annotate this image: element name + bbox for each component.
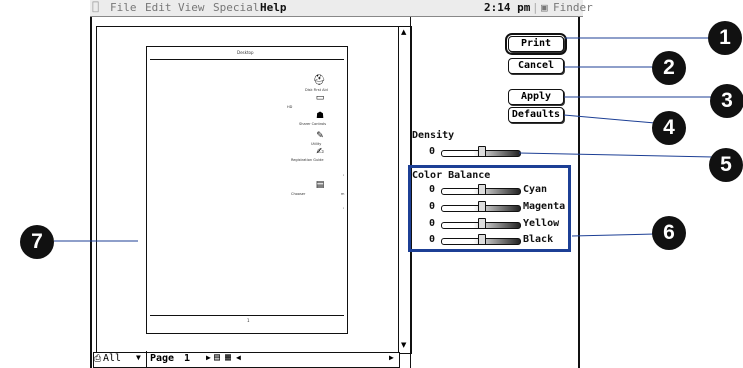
callout-lines (54, 37, 714, 242)
callout-2: 2 (652, 51, 686, 85)
callout-line-5 (518, 152, 714, 158)
callout-6: 6 (652, 216, 686, 250)
callout-line-6 (571, 233, 656, 237)
callout-7: 7 (20, 225, 54, 259)
callout-line-4 (563, 114, 656, 124)
callout-5: 5 (709, 148, 743, 182)
callout-1: 1 (708, 21, 742, 55)
callout-4: 4 (652, 111, 686, 145)
callout-3: 3 (710, 84, 743, 118)
